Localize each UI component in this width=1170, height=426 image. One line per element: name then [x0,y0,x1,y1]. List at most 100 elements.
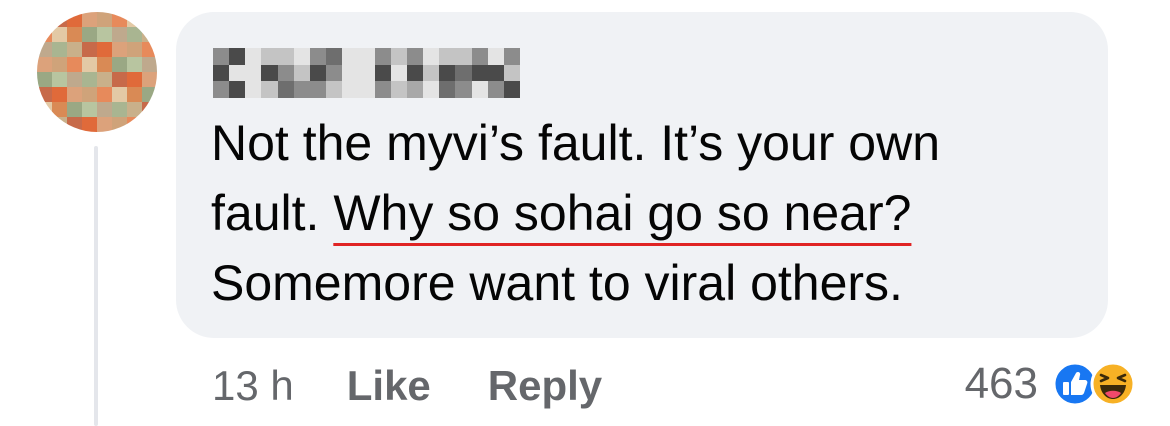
author-mosaic-cell [374,64,391,82]
avatar-mosaic-cell [82,72,97,87]
author-mosaic-cell [277,48,294,65]
avatar[interactable] [37,12,157,132]
avatar-mosaic-cell [142,87,157,102]
avatar-mosaic-cell [37,12,52,27]
avatar-mosaic-cell [52,57,67,72]
author-mosaic-cell [439,48,456,65]
author-mosaic-cell [309,64,327,82]
avatar-mosaic-cell [142,72,157,87]
author-mosaic-cell [245,48,262,65]
author-mosaic-cell [390,48,407,65]
author-mosaic-cell [245,64,262,82]
avatar-mosaic-cell [82,27,97,42]
author-mosaic-cell [293,48,310,65]
avatar-mosaic-cell [97,117,112,132]
avatar-mosaic-cell [37,42,52,57]
comment-author-name[interactable] [213,48,520,98]
avatar-mosaic-cell [142,27,157,42]
avatar-mosaic-cell [127,87,142,102]
avatar-mosaic-cell [67,27,82,42]
reply-thread-line [94,146,98,426]
avatar-mosaic-cell [67,102,82,117]
author-mosaic-cell [229,48,246,65]
author-mosaic-cell [261,64,278,82]
avatar-mosaic-cell [112,57,127,72]
author-mosaic-cell [326,48,343,65]
comment-text: Not the myvi’s fault. It’s your own faul… [211,108,1091,318]
like-button[interactable]: Like [347,362,431,410]
avatar-mosaic-cell [112,42,127,57]
author-mosaic-cell [277,64,294,82]
avatar-mosaic-cell [52,87,67,102]
avatar-mosaic-cell [82,12,97,27]
author-mosaic-cell [309,81,327,98]
author-mosaic-cell [229,81,246,98]
author-mosaic-cell [423,81,440,98]
avatar-mosaic-cell [97,57,112,72]
avatar-mosaic-cell [67,117,82,132]
avatar-mosaic-cell [67,87,82,102]
author-mosaic-cell [326,64,343,82]
avatar-mosaic-cell [82,117,97,132]
avatar-mosaic-cell [112,12,127,27]
comment-text-line: Not the myvi’s fault. It’s your own [211,115,941,171]
author-mosaic-cell [309,48,327,65]
avatar-mosaic-cell [37,27,52,42]
avatar-mosaic-cell [112,72,127,87]
author-mosaic-cell [358,81,375,98]
author-mosaic-cell [261,48,278,65]
avatar-mosaic-cell [67,57,82,72]
author-mosaic-cell [213,81,230,98]
author-mosaic-cell [293,64,310,82]
avatar-mosaic-cell [82,102,97,117]
author-mosaic-cell [277,81,294,98]
avatar-mosaic-cell [97,12,112,27]
avatar-mosaic-cell [82,57,97,72]
author-mosaic-cell [406,64,424,82]
author-mosaic-cell [455,48,472,65]
avatar-mosaic-cell [142,42,157,57]
author-mosaic-cell [406,81,424,98]
reaction-count[interactable]: 463 [965,359,1038,409]
avatar-mosaic-cell [127,117,142,132]
reply-button[interactable]: Reply [488,362,602,410]
author-mosaic-cell [423,64,440,82]
avatar-mosaic-cell [97,42,112,57]
avatar-mosaic-cell [127,42,142,57]
avatar-mosaic-cell [127,57,142,72]
avatar-mosaic-cell [67,12,82,27]
avatar-mosaic-cell [127,102,142,117]
author-mosaic-cell [439,64,456,82]
author-mosaic-cell [342,81,359,98]
author-mosaic-cell [261,81,278,98]
avatar-mosaic-cell [112,102,127,117]
author-mosaic-cell [245,81,262,98]
author-mosaic-cell [213,64,230,82]
author-mosaic-cell [374,81,391,98]
author-mosaic-cell [439,81,456,98]
reactions-summary[interactable]: 463 [965,356,1136,412]
author-mosaic-cell [390,81,407,98]
avatar-mosaic-cell [142,102,157,117]
avatar-mosaic-cell [127,27,142,42]
avatar-mosaic-cell [37,102,52,117]
author-mosaic-cell [471,64,488,82]
timestamp[interactable]: 13 h [212,362,294,410]
avatar-mosaic-cell [97,72,112,87]
author-mosaic-cell [471,81,488,98]
author-mosaic-cell [503,81,520,98]
author-mosaic-cell [503,48,520,65]
avatar-mosaic-cell [67,42,82,57]
avatar-mosaic-cell [112,117,127,132]
underlined-text: Why so sohai go so near? [333,185,912,241]
author-mosaic-cell [213,48,230,65]
comment-text-line: fault. Why so sohai go so near? [211,178,1091,248]
avatar-mosaic-cell [97,102,112,117]
avatar-mosaic-cell [37,57,52,72]
haha-icon [1090,361,1136,407]
avatar-mosaic-cell [52,42,67,57]
comment-text-segment: fault. [211,185,320,241]
author-mosaic-cell [293,81,310,98]
author-mosaic-cell [342,48,359,65]
avatar-mosaic-cell [67,72,82,87]
